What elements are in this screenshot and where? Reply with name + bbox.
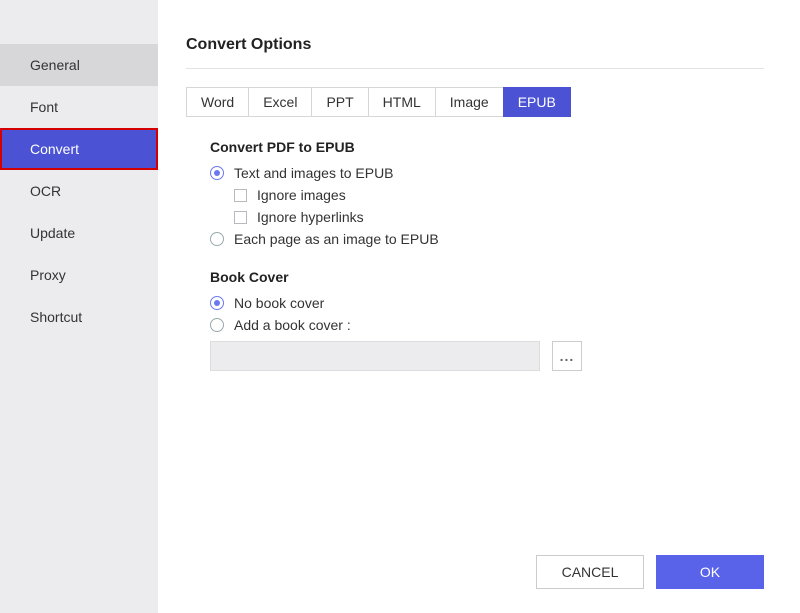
radio-icon	[210, 318, 224, 332]
sidebar-item-font[interactable]: Font	[0, 86, 158, 128]
tab-label: HTML	[383, 94, 421, 110]
dialog-layout: General Font Convert OCR Update Proxy Sh…	[0, 0, 800, 613]
sidebar-item-label: Update	[30, 225, 75, 241]
sidebar-item-convert[interactable]: Convert	[0, 128, 158, 170]
option-label: No book cover	[234, 295, 324, 311]
tab-html[interactable]: HTML	[368, 87, 436, 117]
browse-button[interactable]: ...	[552, 341, 582, 371]
tab-word[interactable]: Word	[186, 87, 249, 117]
option-ignore-images[interactable]: Ignore images	[210, 187, 764, 203]
divider	[186, 68, 764, 69]
option-label: Ignore hyperlinks	[257, 209, 364, 225]
checkbox-icon	[234, 211, 247, 224]
tab-label: Image	[450, 94, 489, 110]
option-label: Add a book cover :	[234, 317, 351, 333]
option-ignore-hyperlinks[interactable]: Ignore hyperlinks	[210, 209, 764, 225]
cover-path-field[interactable]	[210, 341, 540, 371]
format-tabs: Word Excel PPT HTML Image EPUB	[186, 87, 764, 117]
radio-icon	[210, 296, 224, 310]
tab-label: EPUB	[518, 94, 556, 110]
option-label: Each page as an image to EPUB	[234, 231, 439, 247]
ellipsis-icon: ...	[560, 348, 575, 364]
content-panel: Convert Options Word Excel PPT HTML Imag…	[158, 0, 800, 613]
tab-image[interactable]: Image	[435, 87, 504, 117]
button-label: CANCEL	[562, 564, 619, 580]
tab-excel[interactable]: Excel	[248, 87, 312, 117]
option-no-cover[interactable]: No book cover	[210, 295, 764, 311]
radio-icon	[210, 166, 224, 180]
sidebar: General Font Convert OCR Update Proxy Sh…	[0, 0, 158, 613]
sidebar-item-label: Shortcut	[30, 309, 82, 325]
sidebar-item-label: OCR	[30, 183, 61, 199]
sidebar-item-shortcut[interactable]: Shortcut	[0, 296, 158, 338]
section-title-convert: Convert PDF to EPUB	[210, 139, 764, 155]
option-text-images[interactable]: Text and images to EPUB	[210, 165, 764, 181]
convert-pdf-section: Convert PDF to EPUB Text and images to E…	[186, 139, 764, 247]
tab-label: Excel	[263, 94, 297, 110]
sidebar-item-label: Convert	[30, 141, 79, 157]
radio-icon	[210, 232, 224, 246]
sidebar-item-label: Proxy	[30, 267, 66, 283]
tab-epub[interactable]: EPUB	[503, 87, 571, 117]
book-cover-section: Book Cover No book cover Add a book cove…	[186, 269, 764, 371]
sidebar-item-update[interactable]: Update	[0, 212, 158, 254]
cover-file-picker: ...	[210, 341, 764, 371]
tab-label: PPT	[326, 94, 353, 110]
tab-ppt[interactable]: PPT	[311, 87, 368, 117]
option-label: Ignore images	[257, 187, 346, 203]
option-add-cover[interactable]: Add a book cover :	[210, 317, 764, 333]
button-label: OK	[700, 564, 720, 580]
tab-label: Word	[201, 94, 234, 110]
sidebar-item-ocr[interactable]: OCR	[0, 170, 158, 212]
sidebar-item-proxy[interactable]: Proxy	[0, 254, 158, 296]
option-each-page-image[interactable]: Each page as an image to EPUB	[210, 231, 764, 247]
option-label: Text and images to EPUB	[234, 165, 394, 181]
sidebar-item-label: Font	[30, 99, 58, 115]
checkbox-icon	[234, 189, 247, 202]
dialog-footer: CANCEL OK	[536, 555, 764, 589]
section-title-cover: Book Cover	[210, 269, 764, 285]
sidebar-item-label: General	[30, 57, 80, 73]
page-title: Convert Options	[186, 36, 764, 54]
ok-button[interactable]: OK	[656, 555, 764, 589]
cancel-button[interactable]: CANCEL	[536, 555, 644, 589]
sidebar-item-general[interactable]: General	[0, 44, 158, 86]
